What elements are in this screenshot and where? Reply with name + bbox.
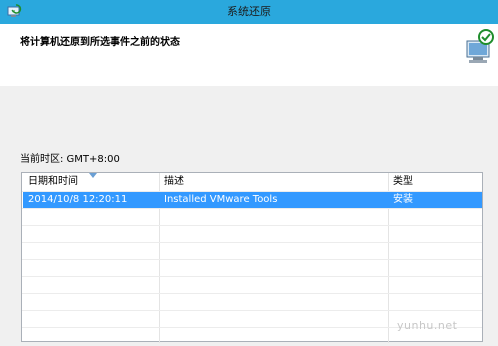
row-divider <box>22 259 482 260</box>
row-divider <box>22 242 482 243</box>
row-divider <box>22 310 482 311</box>
wizard-header: 将计算机还原到所选事件之前的状态 <box>0 24 498 86</box>
cell-datetime: 2014/10/8 12:20:11 <box>28 194 128 205</box>
table-row[interactable]: 2014/10/8 12:20:11 Installed VMware Tool… <box>23 192 482 208</box>
window-title: 系统还原 <box>227 5 271 18</box>
page-heading: 将计算机还原到所选事件之前的状态 <box>20 37 180 48</box>
title-bar: 系统还原 <box>0 0 498 24</box>
cell-type: 安装 <box>393 194 413 205</box>
row-divider <box>22 276 482 277</box>
timezone-label: 当前时区: GMT+8:00 <box>20 154 120 165</box>
row-divider <box>22 225 482 226</box>
cell-description: Installed VMware Tools <box>164 194 278 205</box>
computer-restore-icon <box>466 29 494 63</box>
column-header-datetime[interactable]: 日期和时间 <box>28 173 78 191</box>
watermark-text: yunhu.net <box>397 319 458 332</box>
restore-points-table[interactable]: 日期和时间 描述 类型 2014/10/8 12:20:11 Installed… <box>21 172 483 343</box>
row-divider <box>22 208 482 209</box>
row-divider <box>22 293 482 294</box>
sort-arrow-icon <box>89 173 97 178</box>
column-header-description[interactable]: 描述 <box>164 173 184 191</box>
column-header-type[interactable]: 类型 <box>393 173 413 191</box>
